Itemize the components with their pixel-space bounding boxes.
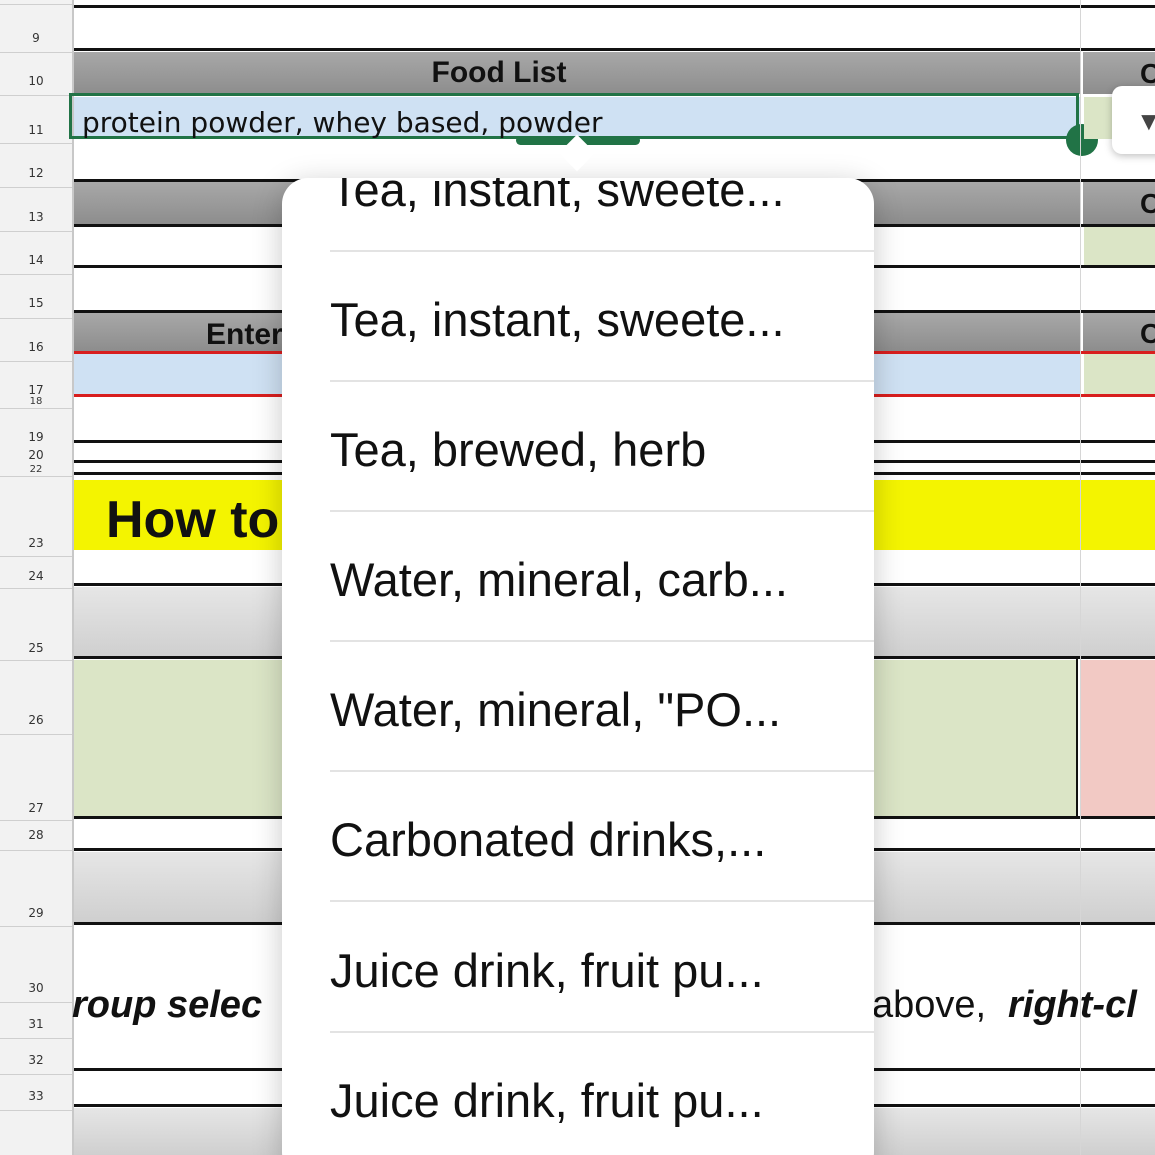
how-to-label: How to (106, 491, 280, 549)
dropdown-item[interactable]: Juice drink, fruit pu... (330, 1035, 874, 1155)
row-number-33[interactable]: 33 (0, 1089, 72, 1103)
row-number-31[interactable]: 31 (0, 1017, 72, 1031)
dropdown-separator (330, 380, 874, 382)
grid-border (74, 48, 1155, 51)
row-number-29[interactable]: 29 (0, 906, 72, 920)
row-number-28[interactable]: 28 (0, 828, 72, 842)
dropdown-separator (330, 510, 874, 512)
row-number-30[interactable]: 30 (0, 981, 72, 995)
right-enter-cell[interactable] (1084, 354, 1155, 394)
row-number-20[interactable]: 20 (0, 448, 72, 462)
row-header-column: 9 10 11 12 13 14 15 16 17 18 19 20 22 23… (0, 0, 74, 1155)
row-number-14[interactable]: 14 (0, 253, 72, 267)
row-number-18[interactable]: 18 (0, 396, 72, 407)
right-input-cell-14[interactable] (1084, 227, 1155, 265)
row-number-19[interactable]: 19 (0, 430, 72, 444)
dropdown-separator (330, 250, 874, 252)
dropdown-separator (330, 1031, 874, 1033)
dropdown-separator (330, 770, 874, 772)
dropdown-item[interactable]: Water, mineral, "PO... (330, 644, 874, 774)
right-header-letter-16: C (1140, 318, 1155, 349)
spreadsheet-view: 9 10 11 12 13 14 15 16 17 18 19 20 22 23… (0, 0, 1155, 1155)
row-number-11[interactable]: 11 (0, 123, 72, 137)
selected-cell-value: protein powder, whey based, powder (82, 106, 603, 139)
row-number-23[interactable]: 23 (0, 536, 72, 550)
row-number-24[interactable]: 24 (0, 569, 72, 583)
enter-label: Enter (206, 318, 283, 351)
dropdown-item[interactable]: Juice drink, fruit pu... (330, 905, 874, 1035)
dropdown-item[interactable]: Tea, instant, sweete... (330, 178, 874, 254)
dropdown-separator (330, 640, 874, 642)
row-number-16[interactable]: 16 (0, 340, 72, 354)
dropdown-item[interactable]: Tea, brewed, herb (330, 384, 874, 514)
pink-cell (1080, 660, 1155, 816)
column-guide (1080, 0, 1081, 1155)
row-number-9[interactable]: 9 (0, 31, 72, 45)
grid-border (74, 5, 1155, 8)
row-number-26[interactable]: 26 (0, 713, 72, 727)
group-select-text: roup selec (72, 984, 263, 1026)
row-number-27[interactable]: 27 (0, 801, 72, 815)
food-list-header: Food List (431, 56, 567, 89)
row-number-12[interactable]: 12 (0, 166, 72, 180)
right-click-text: right-cl (1008, 984, 1137, 1026)
dropdown-item[interactable]: Tea, instant, sweete... (330, 254, 874, 384)
row-number-22[interactable]: 22 (0, 464, 72, 475)
dropdown-toggle-button[interactable]: ▼ (1112, 86, 1155, 154)
row-number-17[interactable]: 17 (0, 383, 72, 397)
row-number-13[interactable]: 13 (0, 210, 72, 224)
row-number-25[interactable]: 25 (0, 641, 72, 655)
dropdown-item[interactable]: Water, mineral, carb... (330, 514, 874, 644)
row-number-10[interactable]: 10 (0, 74, 72, 88)
chevron-down-icon: ▼ (1136, 106, 1155, 136)
dropdown-item[interactable]: Carbonated drinks,... (330, 774, 874, 904)
row-number-32[interactable]: 32 (0, 1053, 72, 1067)
above-text: above, (872, 984, 987, 1026)
right-header-letter-13: C (1140, 188, 1155, 219)
row-number-15[interactable]: 15 (0, 296, 72, 310)
dropdown-list-popup: Tea, instant, sweete... Tea, instant, sw… (282, 178, 874, 1155)
cell-divider (1076, 658, 1078, 816)
dropdown-separator (330, 900, 874, 902)
